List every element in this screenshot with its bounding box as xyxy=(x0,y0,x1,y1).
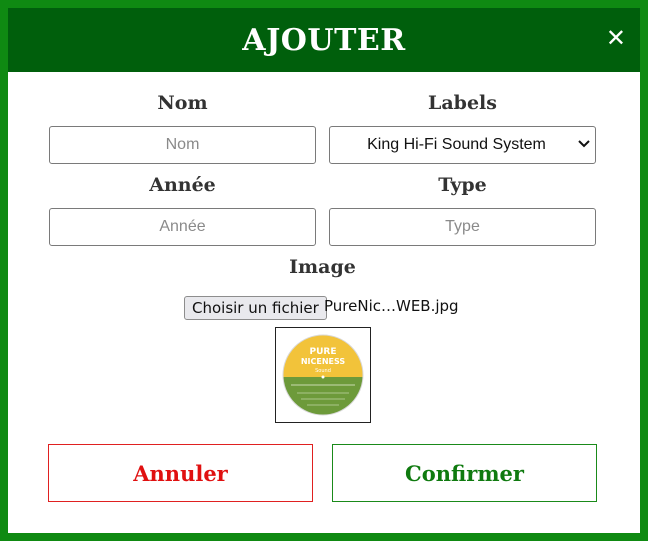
labels-select[interactable]: King Hi-Fi Sound System xyxy=(329,126,596,164)
name-label: Nom xyxy=(157,92,208,114)
type-input[interactable] xyxy=(329,208,596,246)
add-dialog: AJOUTER ✕ Nom Labels King Hi-Fi Sound Sy… xyxy=(0,0,648,541)
labels-label: Labels xyxy=(428,92,497,114)
image-label: Image xyxy=(289,256,356,278)
close-icon[interactable]: ✕ xyxy=(606,24,626,52)
file-name: PureNic…WEB.jpg xyxy=(324,297,459,315)
preview-middle-text: NICENESS xyxy=(301,357,346,366)
preview-top-text: PURE xyxy=(310,347,337,357)
dialog-header: AJOUTER ✕ xyxy=(8,8,640,72)
preview-bottom-text: Sound xyxy=(315,368,331,374)
year-input[interactable] xyxy=(49,208,316,246)
labels-select-value: King Hi-Fi Sound System xyxy=(367,136,546,153)
record-label-image: PURE NICENESS Sound xyxy=(282,334,364,416)
name-input[interactable] xyxy=(49,126,316,164)
confirm-button[interactable]: Confirmer xyxy=(332,444,597,502)
dialog-title: AJOUTER xyxy=(242,22,406,58)
cancel-button[interactable]: Annuler xyxy=(48,444,313,502)
choose-file-button[interactable]: Choisir un fichier xyxy=(184,296,327,320)
image-preview: PURE NICENESS Sound xyxy=(275,327,371,423)
chevron-down-icon xyxy=(573,139,595,151)
type-label: Type xyxy=(438,174,487,196)
year-label: Année xyxy=(149,174,216,196)
